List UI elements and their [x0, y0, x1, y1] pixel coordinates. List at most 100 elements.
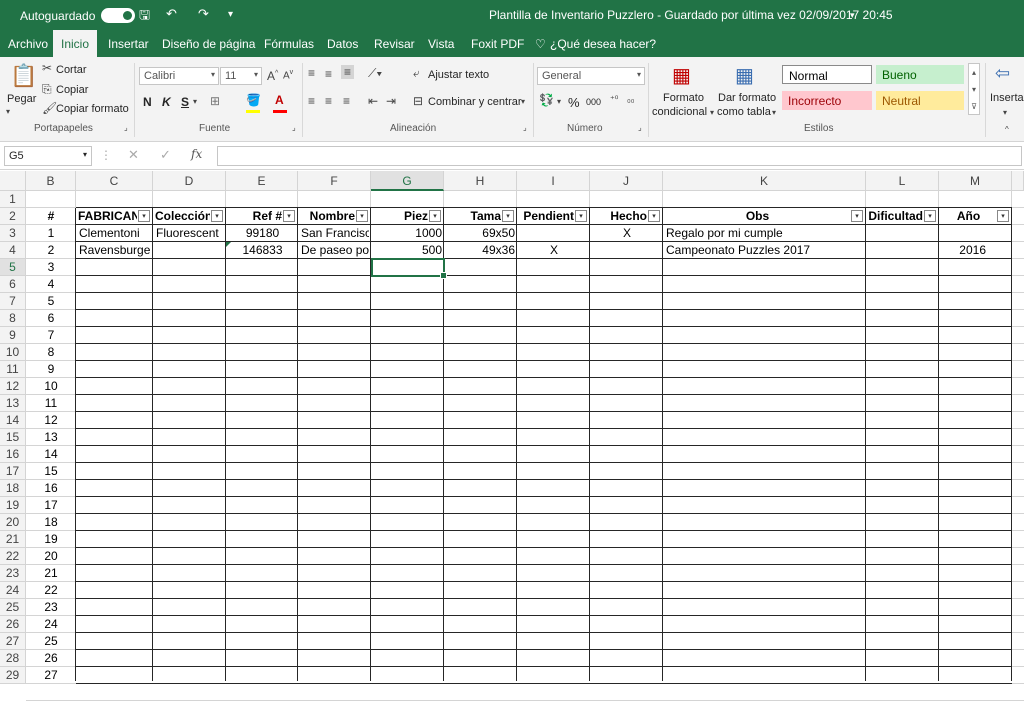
align-top-icon[interactable]: ≡ [308, 66, 315, 80]
style-neutral[interactable]: Neutral [876, 91, 964, 110]
enter-icon[interactable]: ✓ [160, 147, 171, 163]
column-header-g[interactable]: G [371, 171, 444, 191]
data-cell-piezas[interactable]: 500 [374, 242, 442, 259]
row-header-3[interactable]: 3 [0, 225, 26, 242]
data-cell-hecho[interactable]: X [593, 225, 661, 242]
data-cell-dificultad[interactable] [869, 242, 937, 259]
table-header-cell[interactable]: Tama [446, 208, 501, 225]
bold-button[interactable]: N [143, 95, 152, 109]
conditional-format-label-1[interactable]: Formato [663, 92, 704, 104]
data-cell-fabricante[interactable]: Ravensburger [79, 242, 151, 259]
data-cell-nombre[interactable]: De paseo por [301, 242, 369, 259]
align-left-icon[interactable]: ≡ [308, 94, 315, 108]
align-right-icon[interactable]: ≡ [343, 94, 350, 108]
merge-center-button[interactable]: Combinar y centrar [428, 96, 522, 108]
filter-dropdown-icon[interactable]: ▾ [283, 210, 295, 222]
collapse-ribbon-icon[interactable]: ^ [1005, 125, 1009, 134]
column-header-l[interactable]: L [866, 171, 939, 191]
align-middle-icon[interactable]: ≡ [325, 67, 332, 81]
data-cell-obs[interactable]: Campeonato Puzzles 2017 [666, 242, 864, 259]
copy-icon[interactable]: ⎘ [42, 82, 52, 97]
table-header-cell[interactable]: # [28, 208, 74, 225]
filter-dropdown-icon[interactable]: ▾ [502, 210, 514, 222]
align-center-icon[interactable]: ≡ [325, 94, 332, 108]
column-header-b[interactable]: B [26, 171, 76, 191]
data-cell-tamano[interactable]: 49x36 [447, 242, 515, 259]
row-header-14[interactable]: 14 [0, 412, 26, 429]
row-header-23[interactable]: 23 [0, 565, 26, 582]
fill-color-icon[interactable]: 🪣 [246, 93, 261, 107]
row-header-18[interactable]: 18 [0, 480, 26, 497]
data-cell-piezas[interactable]: 1000 [374, 225, 442, 242]
underline-dropdown-icon[interactable]: ▾ [193, 97, 197, 106]
filter-dropdown-icon[interactable]: ▾ [851, 210, 863, 222]
tab-insertar[interactable]: Insertar [108, 37, 149, 51]
row-header-13[interactable]: 13 [0, 395, 26, 412]
style-good[interactable]: Bueno [876, 65, 964, 84]
row-header-22[interactable]: 22 [0, 548, 26, 565]
filter-dropdown-icon[interactable]: ▾ [997, 210, 1009, 222]
row-header-29[interactable]: 29 [0, 667, 26, 684]
accounting-dropdown-icon[interactable]: ▾ [557, 97, 561, 106]
wrap-text-icon[interactable]: ⤶ [413, 66, 420, 81]
data-cell-tamano[interactable]: 69x50 [447, 225, 515, 242]
row-header-9[interactable]: 9 [0, 327, 26, 344]
row-header-8[interactable]: 8 [0, 310, 26, 327]
data-cell-pendiente[interactable] [520, 225, 588, 242]
tab-foxit-pdf[interactable]: Foxit PDF [471, 37, 524, 51]
cut-icon[interactable]: ✂ [42, 61, 52, 75]
data-cell-fabricante[interactable]: Clementoni [79, 225, 151, 242]
table-header-cell[interactable]: Ref # [228, 208, 282, 225]
document-title[interactable]: Plantilla de Inventario Puzzlero - Guard… [489, 8, 893, 22]
font-color-icon[interactable]: A [275, 93, 284, 107]
row-header-12[interactable]: 12 [0, 378, 26, 395]
number-format-select[interactable]: General ▾ [537, 67, 645, 85]
dialog-launcher-icon[interactable]: ⌟ [523, 123, 527, 132]
style-normal[interactable]: Normal [782, 65, 872, 84]
data-cell-hecho[interactable] [593, 242, 661, 259]
tab-revisar[interactable]: Revisar [374, 37, 415, 51]
data-cell-obs[interactable]: Regalo por mi cumple [666, 225, 864, 242]
filter-dropdown-icon[interactable]: ▾ [429, 210, 441, 222]
borders-icon[interactable]: ⊞ [210, 94, 220, 108]
filter-dropdown-icon[interactable]: ▾ [648, 210, 660, 222]
column-header-f[interactable]: F [298, 171, 371, 191]
decrease-font-icon[interactable]: Av [283, 69, 293, 81]
row-header-26[interactable]: 26 [0, 616, 26, 633]
row-header-25[interactable]: 25 [0, 599, 26, 616]
increase-decimal-icon[interactable]: ⁺⁰ [610, 94, 618, 105]
format-as-table-label-1[interactable]: Dar formato [718, 92, 776, 104]
row-header-2[interactable]: 2 [0, 208, 26, 225]
data-cell-ano[interactable]: 2016 [942, 242, 1010, 259]
dialog-launcher-icon[interactable]: ⌟ [638, 123, 642, 132]
row-header-11[interactable]: 11 [0, 361, 26, 378]
table-header-cell[interactable]: Piez [373, 208, 428, 225]
row-header-15[interactable]: 15 [0, 429, 26, 446]
select-all-corner[interactable] [0, 171, 26, 191]
table-header-cell[interactable]: Colección [155, 208, 210, 225]
tell-me-search[interactable]: ¿Qué desea hacer? [550, 37, 656, 51]
filter-dropdown-icon[interactable]: ▾ [924, 210, 936, 222]
table-header-cell[interactable]: Hecho [592, 208, 647, 225]
column-header-h[interactable]: H [444, 171, 517, 191]
column-header-c[interactable]: C [76, 171, 153, 191]
tab-archivo[interactable]: Archivo [8, 37, 48, 51]
row-header-4[interactable]: 4 [0, 242, 26, 259]
row-header-19[interactable]: 19 [0, 497, 26, 514]
undo-icon[interactable]: ↶ [166, 6, 177, 22]
row-header-16[interactable]: 16 [0, 446, 26, 463]
autosave-toggle[interactable] [101, 8, 136, 23]
paste-button[interactable]: Pegar [7, 93, 36, 105]
row-header-24[interactable]: 24 [0, 582, 26, 599]
insert-cells-button[interactable]: Insertar [990, 92, 1024, 104]
customize-qat-icon[interactable]: ▾ [228, 9, 233, 20]
data-cell-ano[interactable] [942, 225, 1010, 242]
tab-inicio[interactable]: Inicio [53, 30, 98, 58]
font-size-select[interactable]: 11 ▾ [220, 67, 262, 85]
column-header-e[interactable]: E [226, 171, 298, 191]
column-header-d[interactable]: D [153, 171, 226, 191]
row-header-28[interactable]: 28 [0, 650, 26, 667]
data-cell-coleccion[interactable]: Fluorescent [156, 225, 224, 242]
conditional-format-icon[interactable]: ▦ [672, 63, 691, 88]
column-header-m[interactable]: M [939, 171, 1012, 191]
